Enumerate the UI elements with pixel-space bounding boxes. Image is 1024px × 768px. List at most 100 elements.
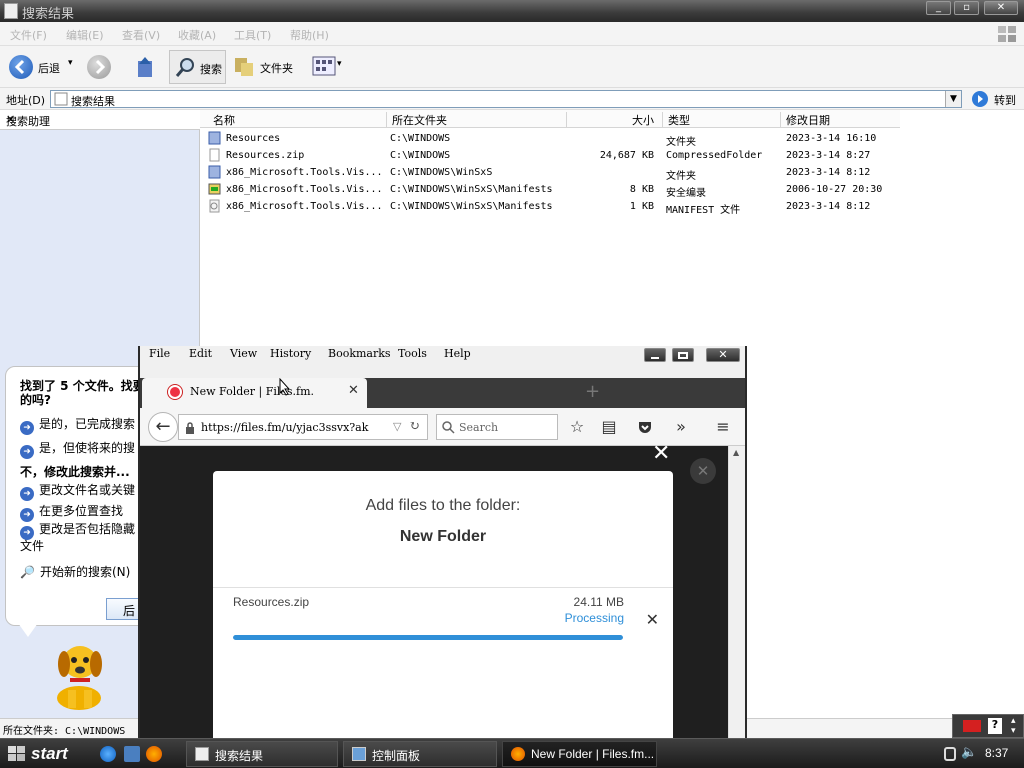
menu-help[interactable]: Help (444, 347, 471, 360)
menu-tools[interactable]: Tools (398, 347, 427, 360)
address-input[interactable]: 搜索结果 ▼ (50, 90, 962, 108)
bookmark-star-icon[interactable]: ☆ (566, 416, 588, 438)
firefox-quicklaunch-icon[interactable] (146, 746, 162, 762)
menu-file[interactable]: 文件(F) (10, 27, 47, 43)
back-arrow-icon[interactable]: ← (148, 412, 178, 442)
overflow-chevron-icon[interactable]: » (670, 416, 692, 438)
search-button[interactable]: 搜索 (169, 50, 226, 84)
language-bar[interactable]: ? ▴ ▾ (952, 714, 1024, 738)
back-button[interactable]: 后退 (106, 598, 140, 620)
task-search-results[interactable]: 搜索结果 (186, 741, 338, 767)
minimize-button[interactable]: _ (926, 1, 951, 15)
menu-bookmarks[interactable]: Bookmarks (328, 347, 391, 360)
column-name[interactable]: 名称 (208, 112, 235, 128)
tab-close-icon[interactable]: ✕ (348, 383, 359, 398)
reload-icon[interactable]: ↻ (409, 419, 420, 434)
minimize-button[interactable] (644, 348, 666, 362)
close-button[interactable]: ✕ (706, 348, 740, 362)
table-row[interactable]: Resources.zip C:\WINDOWS 24,687 KB Compr… (200, 147, 900, 164)
arrow-icon: ➜ (20, 508, 34, 522)
explorer-menubar: 文件(F) 编辑(E) 查看(V) 收藏(A) 工具(T) 帮助(H) (0, 22, 1024, 46)
new-search-link[interactable]: 🔎 开始新的搜索(N) (20, 563, 130, 580)
search-results-icon (195, 747, 209, 761)
back-button-label[interactable]: 后退 (38, 60, 60, 76)
windows-logo-icon (998, 26, 1016, 42)
option-include-hidden[interactable]: ➜ 更改是否包括隐藏文件 (20, 523, 142, 553)
network-icon[interactable] (944, 747, 956, 761)
views-dropdown-icon[interactable]: ▾ (337, 59, 342, 69)
menu-tools[interactable]: 工具(T) (234, 27, 271, 43)
remove-file-icon[interactable]: ✕ (646, 610, 659, 629)
go-arrow-icon[interactable] (972, 91, 988, 107)
menu-history[interactable]: History (270, 347, 311, 360)
firefox-window: File Edit View History Bookmarks Tools H… (138, 346, 747, 741)
address-bar: 地址(D) 搜索结果 ▼ 转到 (0, 88, 1024, 110)
status-text: 所在文件夹: C:\WINDOWS (3, 726, 126, 737)
internet-explorer-icon[interactable] (100, 746, 116, 762)
new-tab-icon[interactable]: + (585, 381, 600, 402)
maximize-button[interactable]: ▫ (954, 1, 979, 15)
balloon-tail (18, 623, 38, 637)
option-yes-done[interactable]: ➜ 是的，已完成搜索 (20, 415, 135, 435)
maximize-button[interactable] (672, 348, 694, 362)
pocket-icon[interactable] (634, 416, 656, 438)
menu-edit[interactable]: Edit (189, 347, 212, 360)
table-row[interactable]: Resources C:\WINDOWS 文件夹 2023-3-14 16:10 (200, 130, 900, 148)
options-arrow-icon[interactable]: ▴ ▾ (1011, 716, 1016, 736)
table-row[interactable]: x86_Microsoft.Tools.Vis... C:\WINDOWS\Wi… (200, 164, 900, 182)
help-icon[interactable]: ? (988, 718, 1002, 734)
scroll-up-icon[interactable]: ▲ (733, 448, 739, 457)
up-folder-icon[interactable] (134, 55, 156, 79)
overlay-close-icon[interactable]: ✕ (652, 441, 670, 466)
folders-button-label[interactable]: 文件夹 (260, 60, 293, 76)
background-close-icon[interactable]: ✕ (690, 458, 716, 484)
vertical-scrollbar[interactable]: ▲ (728, 446, 745, 738)
address-dropdown-icon[interactable]: ▼ (945, 91, 961, 107)
menu-view[interactable]: 查看(V) (122, 27, 160, 43)
forward-arrow-icon[interactable] (87, 55, 111, 79)
taskbar: start 搜索结果 控制面板 New Folder | Files.fm...… (0, 738, 1024, 768)
url-bar[interactable]: https://files.fm/u/yjac3ssvx?ak ▽ ↻ (178, 414, 428, 440)
back-dropdown-icon[interactable]: ▾ (68, 58, 73, 68)
close-button[interactable]: ✕ (984, 1, 1018, 15)
reader-list-icon[interactable]: ▤ (598, 416, 620, 438)
upload-dialog: Add files to the folder: New Folder Reso… (213, 471, 673, 741)
option-more-places[interactable]: ➜ 在更多位置查找 (20, 502, 123, 522)
hamburger-menu-icon[interactable]: ≡ (712, 416, 734, 438)
task-control-panel[interactable]: 控制面板 (343, 741, 497, 767)
upload-file-size: 24.11 MB (573, 595, 624, 609)
start-label: start (31, 744, 68, 763)
menu-file[interactable]: File (149, 347, 170, 360)
column-modified[interactable]: 修改日期 (780, 112, 830, 128)
back-arrow-icon[interactable] (9, 55, 33, 79)
search-input[interactable]: Search (436, 414, 558, 440)
task-firefox[interactable]: New Folder | Files.fm... (502, 741, 657, 767)
url-dropdown-icon[interactable]: ▽ (393, 420, 401, 433)
address-label: 地址(D) (6, 94, 46, 107)
menu-view[interactable]: View (230, 347, 257, 360)
china-flag-icon[interactable] (963, 720, 981, 732)
column-size[interactable]: 大小 (566, 112, 662, 128)
menu-help[interactable]: 帮助(H) (290, 27, 329, 43)
table-row[interactable]: x86_Microsoft.Tools.Vis... C:\WINDOWS\Wi… (200, 181, 900, 199)
option-change-name[interactable]: ➜ 更改文件名或关键 (20, 481, 135, 501)
menu-favorites[interactable]: 收藏(A) (178, 27, 216, 43)
column-type[interactable]: 类型 (662, 112, 690, 128)
explorer-titlebar[interactable]: 搜索结果 _ ▫ ✕ (0, 0, 1024, 22)
go-button-label[interactable]: 转到 (994, 92, 1016, 108)
start-button[interactable]: start (0, 739, 90, 768)
volume-icon[interactable]: 🔈 (961, 745, 977, 760)
tab-files-fm[interactable]: New Folder | Files.fm. ✕ (142, 378, 367, 408)
close-icon[interactable]: ✕ (6, 113, 192, 126)
upload-progress-bar (233, 635, 623, 640)
folders-icon[interactable] (233, 54, 255, 78)
views-icon[interactable] (312, 56, 336, 76)
option-yes-later[interactable]: ➜ 是，但使将来的搜 (20, 439, 135, 459)
table-row[interactable]: x86_Microsoft.Tools.Vis... C:\WINDOWS\Wi… (200, 198, 900, 216)
url-text: https://files.fm/u/yjac3ssvx?ak (201, 421, 369, 434)
show-desktop-icon[interactable] (124, 746, 140, 762)
upload-heading: Add files to the folder: (365, 497, 521, 514)
menu-edit[interactable]: 编辑(E) (66, 27, 104, 43)
tab-strip: New Folder | Files.fm. ✕ + (140, 378, 745, 408)
column-folder[interactable]: 所在文件夹 (386, 112, 447, 128)
